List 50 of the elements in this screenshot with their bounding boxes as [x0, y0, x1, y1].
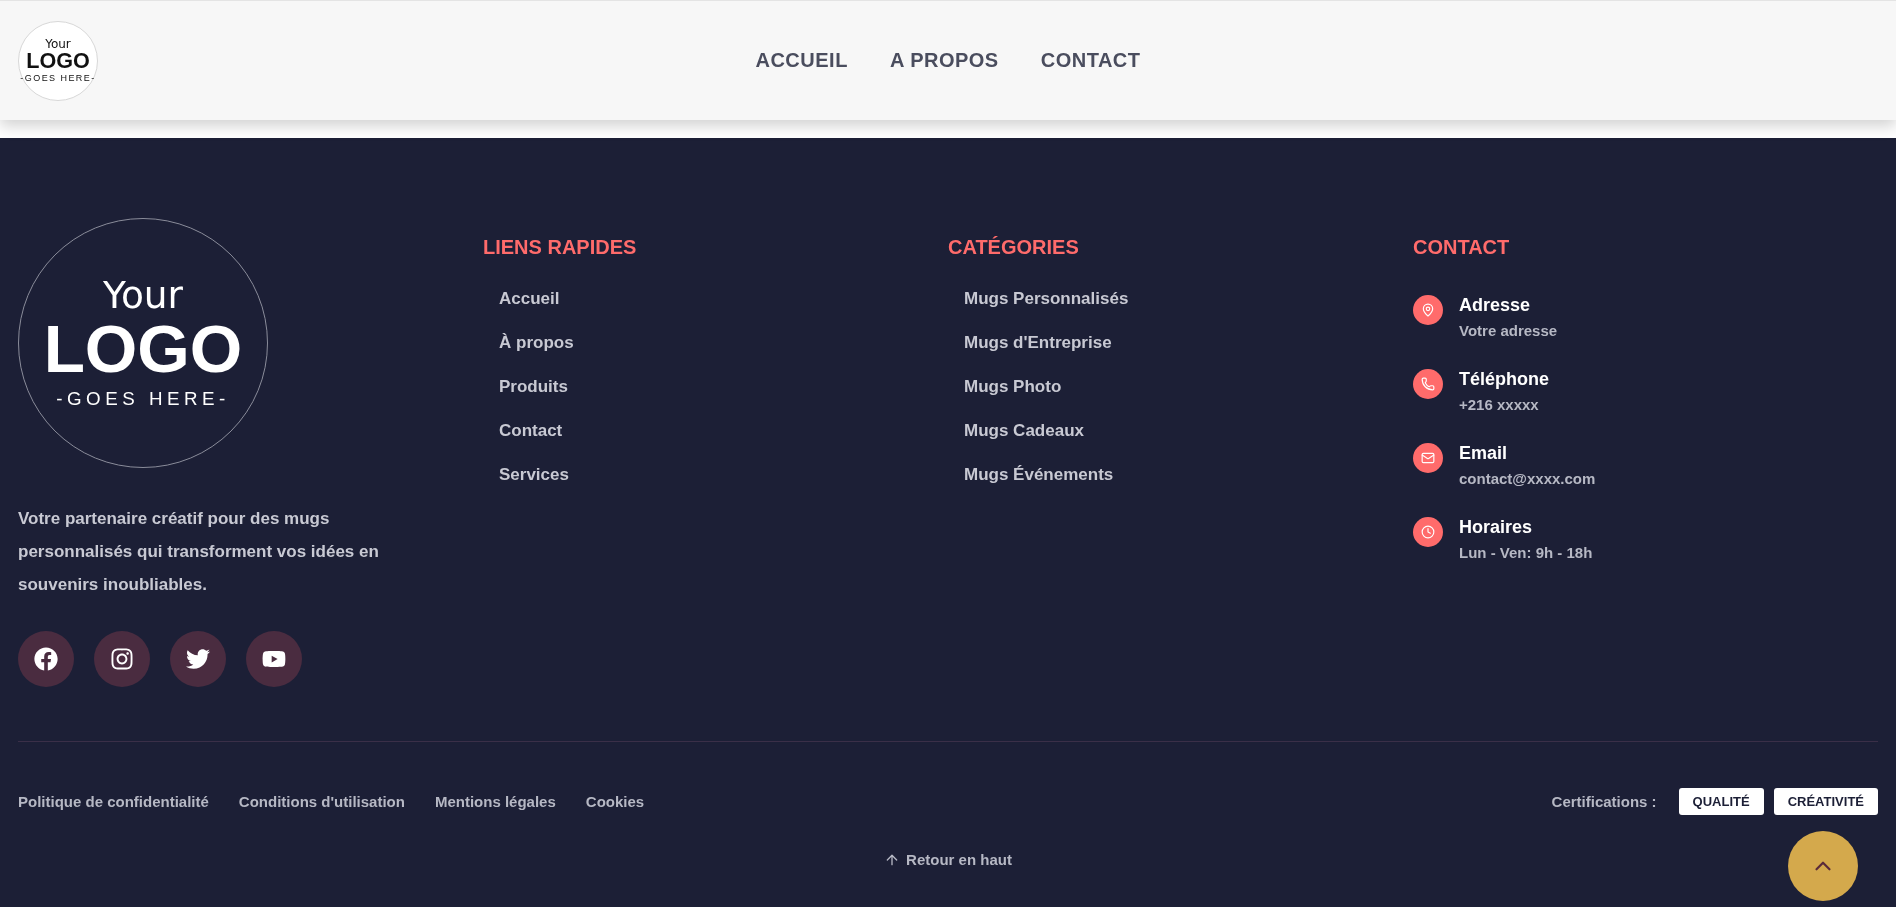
- social-button[interactable]: [246, 631, 302, 687]
- footer-link[interactable]: Mugs Événements: [964, 465, 1114, 485]
- contact-value: contact@xxxx.com: [1459, 470, 1596, 487]
- contact-label: Email: [1459, 443, 1509, 464]
- logo-text: LOGO: [43, 314, 243, 383]
- contact-value: Lun - Ven: 9h - 18h: [1459, 544, 1593, 561]
- twitter-icon: [186, 647, 210, 671]
- description-text: Votre partenaire créatif pour des mugs personnalisés qui transforment vos idées en souvenirs inoubliables.: [18, 508, 380, 596]
- logo-text: Your: [102, 277, 184, 315]
- nav-link[interactable]: CONTACT: [1040, 49, 1141, 72]
- footer-link[interactable]: Mugs Photo: [964, 377, 1062, 397]
- contact-label: Téléphone: [1459, 369, 1549, 390]
- legal-link[interactable]: Conditions d'utilisation: [238, 793, 405, 810]
- legal-link[interactable]: Mentions légales: [434, 793, 556, 810]
- nav-link[interactable]: ACCUEIL: [755, 49, 848, 72]
- certification-badge: QUALITÉ: [1678, 788, 1764, 815]
- logo-text: -GOES HERE-: [56, 389, 230, 409]
- contact-value: Votre adresse: [1459, 322, 1558, 339]
- contact-label: Adresse: [1459, 295, 1532, 316]
- map-pin-icon: [1413, 295, 1443, 325]
- column-title: CATÉGORIES: [948, 236, 1080, 259]
- phone-icon: [1413, 369, 1443, 399]
- column-title: LIENS RAPIDES: [483, 236, 638, 259]
- social-button[interactable]: [18, 631, 74, 687]
- footer-link[interactable]: Services: [499, 465, 569, 485]
- social-button[interactable]: [170, 631, 226, 687]
- contact-label: Horaires: [1459, 517, 1534, 538]
- logo-text: -GOES HERE-: [20, 74, 96, 83]
- instagram-icon: [110, 647, 134, 671]
- footer-link[interactable]: Mugs d'Entreprise: [964, 333, 1112, 353]
- footer-link[interactable]: Mugs Cadeaux: [964, 421, 1084, 441]
- clock-icon: [1413, 517, 1443, 547]
- back-to-top-link[interactable]: Retour en haut: [884, 851, 1012, 868]
- social-button[interactable]: [94, 631, 150, 687]
- contact-value: +216 xxxxx: [1459, 396, 1540, 413]
- footer-link[interactable]: Contact: [499, 421, 563, 441]
- logo-text: Your: [45, 38, 71, 50]
- legal-link[interactable]: Politique de confidentialité: [18, 793, 209, 810]
- footer-link[interactable]: Accueil: [499, 289, 560, 309]
- column-title: CONTACT: [1413, 236, 1511, 259]
- footer-link[interactable]: Produits: [499, 377, 568, 397]
- nav-link[interactable]: A PROPOS: [889, 49, 999, 72]
- footer-link[interactable]: À propos: [499, 333, 574, 353]
- footer-link[interactable]: Mugs Personnalisés: [964, 289, 1129, 309]
- mail-icon: [1413, 443, 1443, 473]
- certifications-label: Certifications :: [1551, 793, 1657, 810]
- logo-text: LOGO: [26, 50, 90, 72]
- facebook-icon: [34, 647, 58, 671]
- certification-badge: CRÉATIVITÉ: [1773, 788, 1878, 815]
- legal-link[interactable]: Cookies: [585, 793, 645, 810]
